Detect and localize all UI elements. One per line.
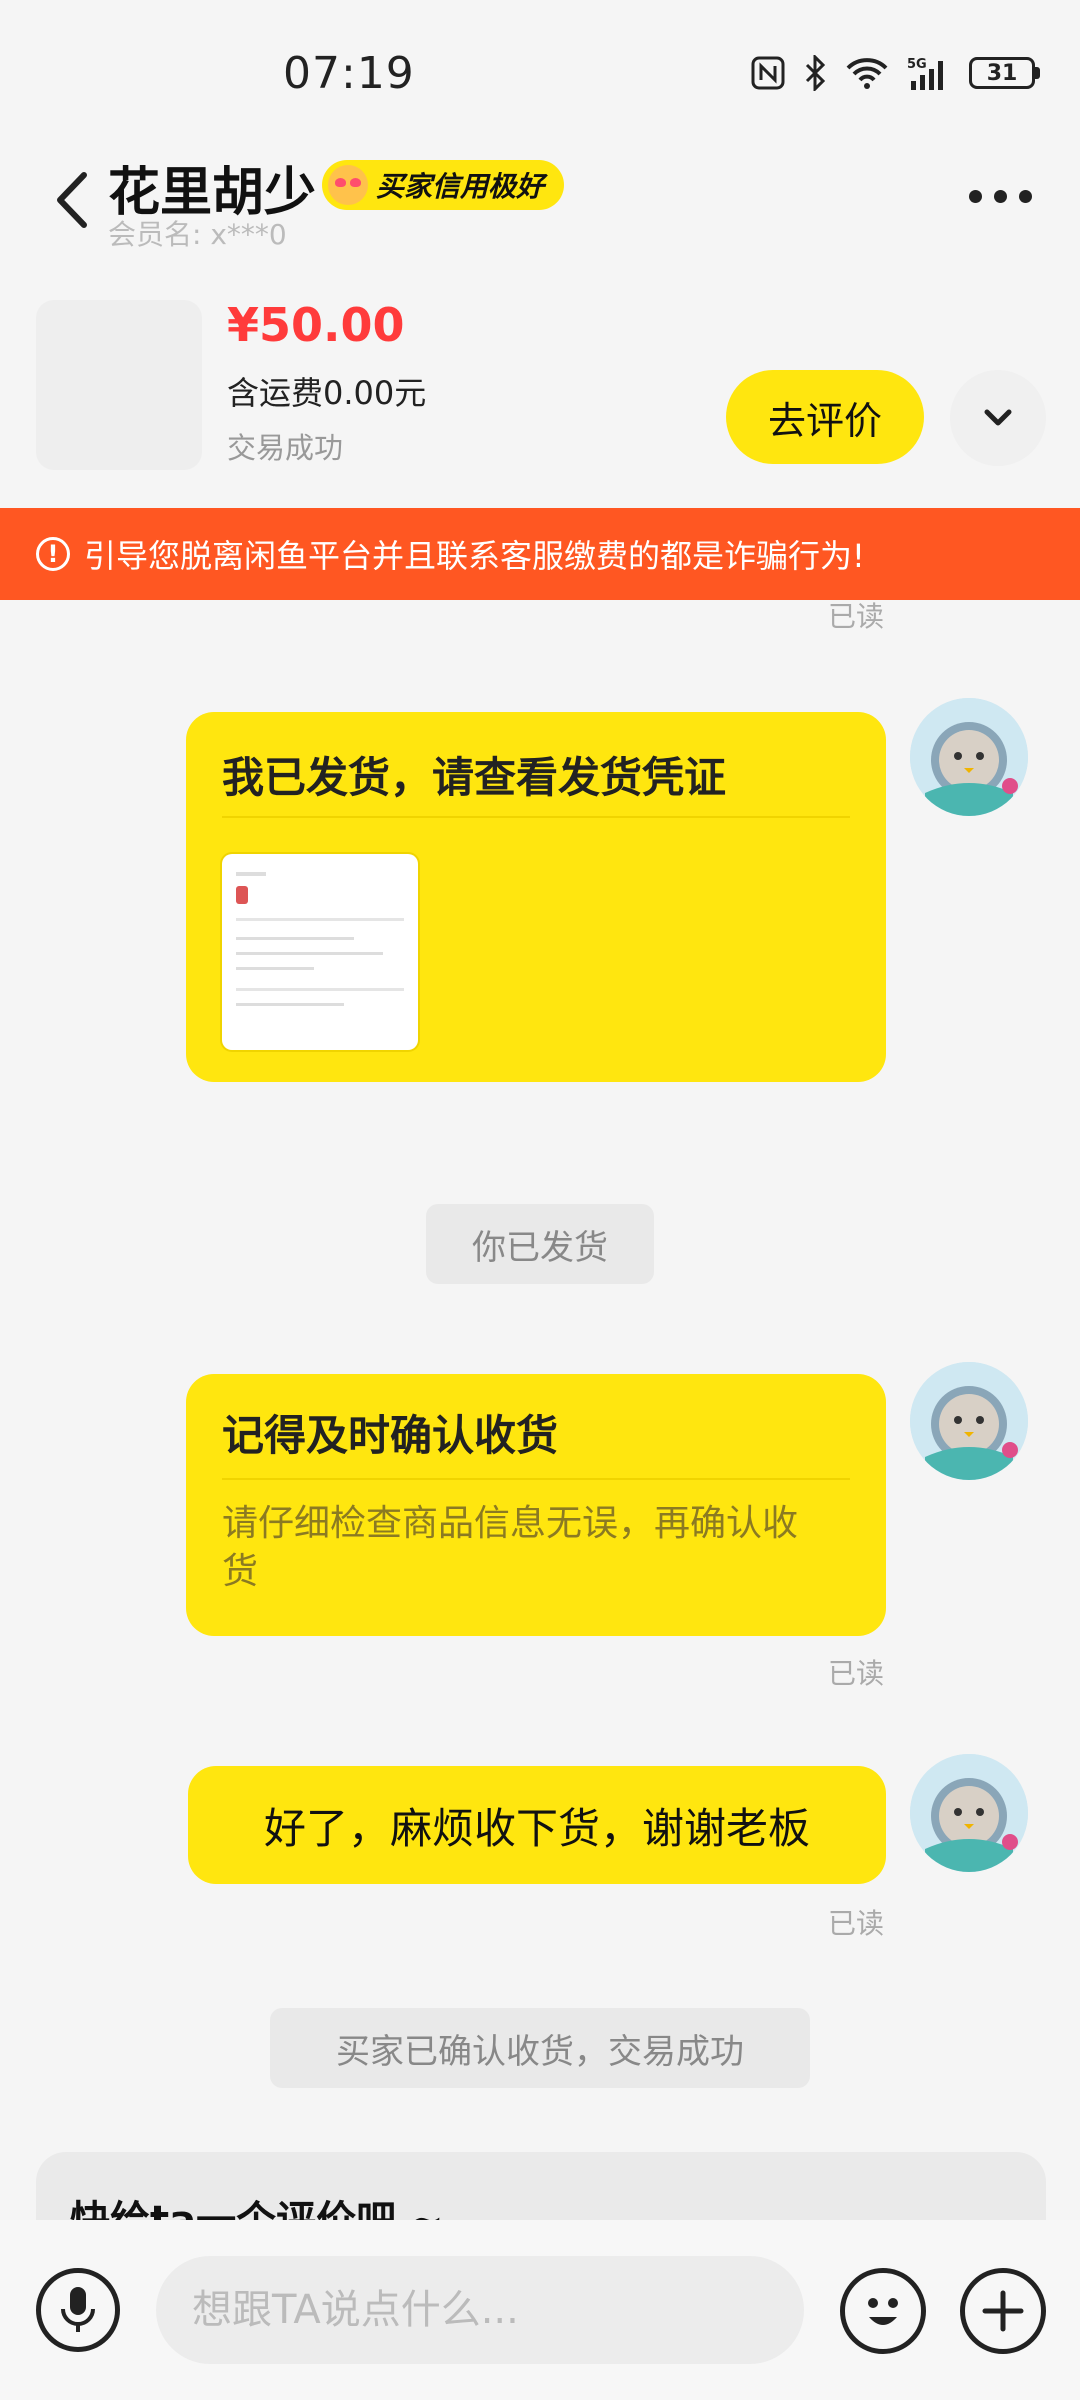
warning-icon: ! [36, 537, 70, 571]
wifi-icon [846, 58, 888, 89]
read-receipt: 已读 [828, 1657, 885, 1690]
avatar[interactable] [910, 1754, 1028, 1872]
plus-button[interactable] [960, 2268, 1046, 2354]
avatar[interactable] [910, 698, 1028, 816]
confirm-card-subtitle: 请仔细检查商品信息无误，再确认收货 [222, 1503, 799, 1592]
message-input[interactable] [156, 2256, 804, 2364]
emoji-icon [868, 2298, 898, 2325]
credit-badge: 买家信用极好 [322, 160, 565, 210]
signal-icon: 5G [907, 57, 943, 90]
confirm-receipt-card[interactable]: 记得及时确认收货 请仔细检查商品信息无误，再确认收货 [186, 1374, 886, 1636]
bluetooth-icon [805, 55, 826, 91]
status-time: 07:19 [283, 48, 415, 99]
battery-icon: 31 [969, 57, 1040, 89]
member-name: 会员名: x***0 [108, 218, 287, 251]
system-message-confirmed: 买家已确认收货，交易成功 [270, 2008, 810, 2088]
credit-badge-label: 买家信用极好 [376, 170, 545, 203]
chevron-down-icon [984, 409, 1012, 426]
shipped-card-title: 我已发货，请查看发货凭证 [222, 753, 727, 802]
battery-level: 31 [969, 57, 1035, 89]
nfc-icon [751, 56, 785, 90]
shipping-fee: 含运费0.00元 [227, 374, 427, 412]
shipping-proof-image[interactable] [222, 854, 418, 1050]
system-message-shipped: 你已发货 [426, 1204, 654, 1284]
trade-status: 交易成功 [227, 431, 344, 465]
text-message-bubble[interactable]: 好了，麻烦收下货，谢谢老板 [188, 1766, 886, 1884]
card-divider [222, 816, 850, 818]
confirm-card-title: 记得及时确认收货 [222, 1411, 559, 1460]
emoji-button[interactable] [840, 2268, 926, 2354]
shipped-card[interactable]: 我已发货，请查看发货凭证 [186, 712, 886, 1082]
avatar[interactable] [910, 1362, 1028, 1480]
voice-button[interactable] [36, 2268, 120, 2352]
mic-icon [61, 2287, 95, 2332]
review-button[interactable]: 去评价 [726, 370, 924, 464]
product-thumbnail[interactable] [36, 300, 202, 470]
fraud-warning-bar: ! 引导您脱离闲鱼平台并且联系客服缴费的都是诈骗行为! [0, 508, 1080, 600]
card-divider [222, 1478, 850, 1480]
expand-button[interactable] [950, 370, 1046, 466]
product-price: ¥50.00 [227, 298, 405, 352]
read-receipt: 已读 [828, 1907, 885, 1940]
fraud-warning-text: 引导您脱离闲鱼平台并且联系客服缴费的都是诈骗行为! [84, 537, 865, 575]
more-icon[interactable] [969, 190, 1032, 203]
heart-eyes-icon [328, 165, 368, 205]
plus-icon [982, 2290, 1024, 2332]
back-icon[interactable] [48, 165, 98, 235]
read-receipt: 已读 [828, 600, 885, 633]
svg-text:5G: 5G [907, 57, 927, 72]
status-icons: 5G 31 [751, 55, 1040, 91]
